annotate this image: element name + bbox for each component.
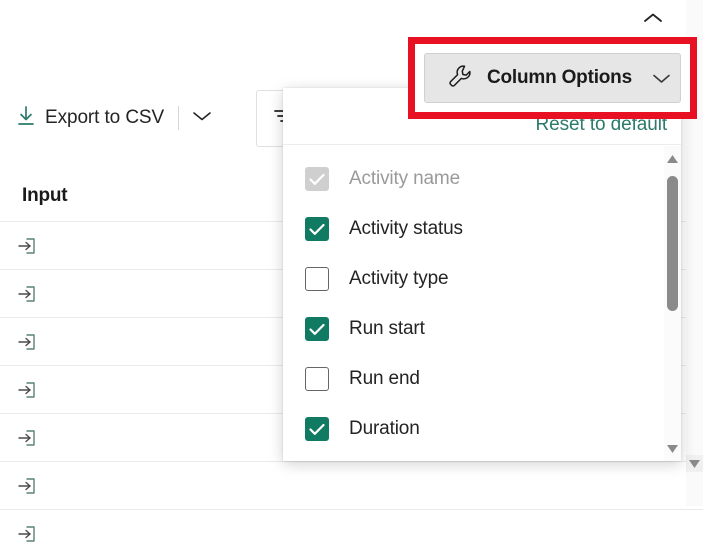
column-options-button[interactable]: Column Options	[424, 53, 681, 103]
import-arrow-icon[interactable]	[16, 379, 38, 401]
column-options-scroll-down-button[interactable]	[664, 440, 681, 457]
column-option-label: Run start	[349, 318, 425, 340]
wrench-icon	[447, 63, 473, 94]
checkbox-checked-icon[interactable]	[305, 217, 329, 241]
column-header-input[interactable]: Input	[22, 185, 67, 207]
table-row[interactable]	[0, 461, 703, 509]
column-options-scroll-up-button[interactable]	[664, 150, 681, 167]
import-arrow-icon[interactable]	[16, 523, 38, 545]
checkbox-checked-icon[interactable]	[305, 417, 329, 441]
checkbox-checked-disabled-icon	[305, 167, 329, 191]
column-option-activity-type[interactable]: Activity type	[283, 254, 681, 304]
chevron-up-icon	[643, 11, 663, 29]
column-option-label: Activity type	[349, 268, 448, 290]
chevron-down-icon	[652, 73, 671, 84]
checkbox-checked-icon[interactable]	[305, 317, 329, 341]
column-option-label: Activity name	[349, 168, 460, 190]
column-option-run-end[interactable]: Run end	[283, 354, 681, 404]
triangle-down-icon	[667, 440, 678, 458]
column-option-run-start[interactable]: Run start	[283, 304, 681, 354]
column-options-scrollbar[interactable]	[664, 146, 681, 461]
column-options-scroll-thumb[interactable]	[667, 176, 678, 311]
import-arrow-icon[interactable]	[16, 427, 38, 449]
checkbox-unchecked-icon[interactable]	[305, 367, 329, 391]
checkbox-unchecked-icon[interactable]	[305, 267, 329, 291]
triangle-up-icon	[667, 150, 678, 168]
import-arrow-icon[interactable]	[16, 475, 38, 497]
column-option-label: Run end	[349, 368, 420, 390]
column-options-panel: Reset to default Activity name Activity …	[283, 88, 681, 461]
triangle-down-icon	[689, 455, 700, 473]
column-options-list: Activity name Activity status Activity t…	[283, 145, 681, 460]
column-option-activity-name: Activity name	[283, 154, 681, 204]
column-option-label: Activity status	[349, 218, 463, 240]
page-scroll-down-button[interactable]	[686, 455, 703, 472]
column-option-duration[interactable]: Duration	[283, 404, 681, 454]
column-option-label: Duration	[349, 418, 420, 440]
import-arrow-icon[interactable]	[16, 331, 38, 353]
table-row[interactable]	[0, 509, 703, 557]
import-arrow-icon[interactable]	[16, 283, 38, 305]
column-option-activity-status[interactable]: Activity status	[283, 204, 681, 254]
collapse-panel-button[interactable]	[636, 8, 670, 32]
import-arrow-icon[interactable]	[16, 235, 38, 257]
column-options-button-label: Column Options	[487, 67, 632, 89]
